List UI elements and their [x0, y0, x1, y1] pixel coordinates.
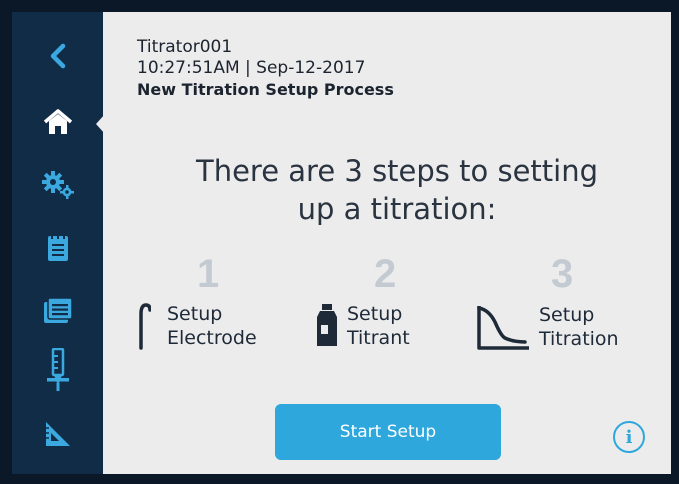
info-icon[interactable]: i — [613, 421, 645, 453]
step-3-label-line-2: Titration — [539, 328, 619, 350]
notepad-icon[interactable] — [38, 227, 78, 267]
step-2-number: 2 — [374, 252, 397, 296]
step-1-label: Setup Electrode — [167, 302, 257, 350]
main-screen: Titrator001 10:27:51AM | Sep-12-2017 New… — [103, 12, 671, 474]
device-frame: Titrator001 10:27:51AM | Sep-12-2017 New… — [0, 0, 679, 484]
step-3-number: 3 — [551, 252, 574, 296]
start-setup-button[interactable]: Start Setup — [275, 404, 501, 460]
step-1-label-line-1: Setup — [167, 303, 223, 325]
step-2-label-line-1: Setup — [347, 303, 403, 325]
step-2-label-line-2: Titrant — [347, 327, 410, 349]
step-2-label: Setup Titrant — [347, 302, 410, 350]
burette-icon[interactable] — [38, 346, 78, 396]
header: Titrator001 10:27:51AM | Sep-12-2017 New… — [137, 37, 394, 101]
settings-icon[interactable] — [38, 165, 78, 205]
titration-curve-icon — [475, 304, 531, 356]
sidebar — [12, 12, 103, 474]
headline-line-2: up a titration: — [297, 192, 497, 226]
step-3-label-line-1: Setup — [539, 304, 595, 326]
electrode-icon — [135, 302, 152, 354]
page-title: New Titration Setup Process — [137, 80, 394, 99]
home-icon[interactable] — [38, 102, 78, 142]
device-name: Titrator001 — [137, 37, 233, 57]
ruler-triangle-icon[interactable] — [38, 414, 78, 454]
methods-icon[interactable] — [38, 290, 78, 330]
headline: There are 3 steps to setting up a titrat… — [133, 152, 661, 228]
step-3-label: Setup Titration — [539, 303, 619, 351]
headline-line-1: There are 3 steps to setting — [196, 154, 598, 188]
step-1-number: 1 — [197, 252, 220, 296]
back-icon[interactable] — [38, 36, 78, 76]
step-1-label-line-2: Electrode — [167, 327, 257, 349]
titrant-bottle-icon — [315, 303, 339, 351]
datetime: 10:27:51AM | Sep-12-2017 — [137, 58, 366, 78]
